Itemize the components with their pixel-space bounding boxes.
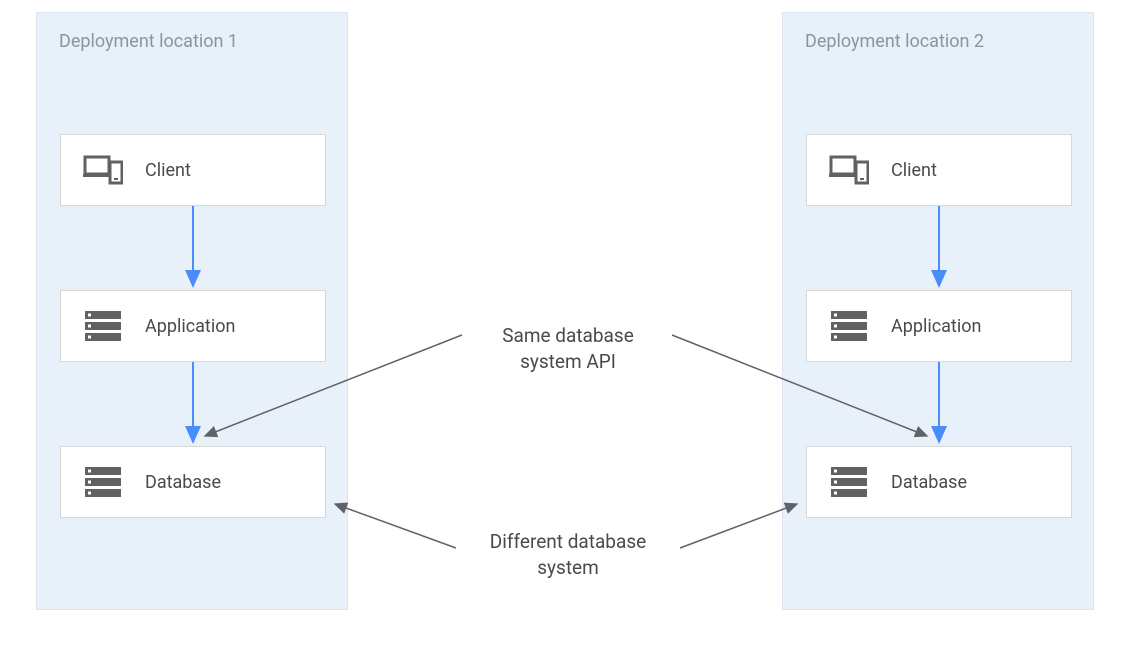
region-2-title: Deployment location 2 — [783, 13, 1093, 70]
node-application-2-label: Application — [891, 316, 981, 337]
node-database-2-label: Database — [891, 472, 967, 493]
database-icon — [829, 462, 869, 502]
node-database-2: Database — [806, 446, 1072, 518]
annotation-diff-system: Different database system — [460, 529, 676, 580]
arrow-diff-system-right — [680, 504, 797, 548]
arrow-diff-system-left — [335, 504, 456, 548]
region-1-title: Deployment location 1 — [37, 13, 347, 70]
node-client-2: Client — [806, 134, 1072, 206]
node-client-2-label: Client — [891, 160, 937, 181]
devices-icon — [829, 150, 869, 190]
node-client-1-label: Client — [145, 160, 191, 181]
devices-icon — [83, 150, 123, 190]
node-database-1-label: Database — [145, 472, 221, 493]
node-client-1: Client — [60, 134, 326, 206]
node-application-2: Application — [806, 290, 1072, 362]
server-icon — [83, 306, 123, 346]
database-icon — [83, 462, 123, 502]
node-database-1: Database — [60, 446, 326, 518]
node-application-1-label: Application — [145, 316, 235, 337]
annotation-same-api: Same database system API — [468, 323, 668, 374]
server-icon — [829, 306, 869, 346]
node-application-1: Application — [60, 290, 326, 362]
